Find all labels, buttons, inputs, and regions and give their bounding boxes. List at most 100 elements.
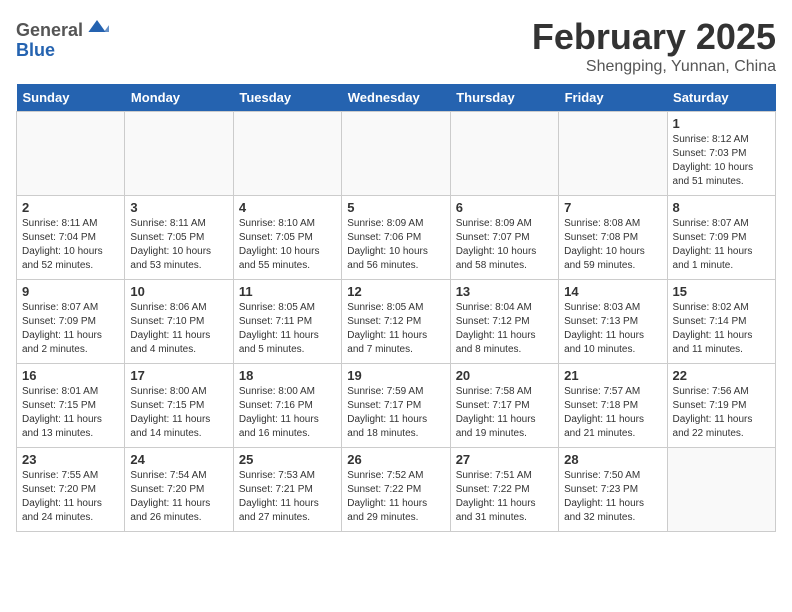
day-info: Sunrise: 8:06 AM Sunset: 7:10 PM Dayligh… [130, 301, 227, 357]
day-number: 18 [239, 368, 336, 383]
day-cell: 22 Sunrise: 7:56 AM Sunset: 7:19 PM Dayli… [667, 364, 775, 448]
title-block: February 2025 Shengping, Yunnan, China [532, 16, 776, 76]
day-number: 6 [456, 200, 553, 215]
header-sunday: Sunday [17, 84, 125, 112]
day-info: Sunrise: 7:54 AM Sunset: 7:20 PM Dayligh… [130, 469, 227, 525]
day-number: 22 [673, 368, 770, 383]
day-info: Sunrise: 8:00 AM Sunset: 7:15 PM Dayligh… [130, 385, 227, 441]
day-cell: 23Sunrise: 7:55 AM Sunset: 7:20 PM Dayli… [17, 448, 125, 532]
day-info: Sunrise: 8:11 AM Sunset: 7:04 PM Dayligh… [22, 217, 119, 273]
day-cell: 19 Sunrise: 7:59 AM Sunset: 7:17 PM Dayli… [342, 364, 450, 448]
day-info: Sunrise: 8:01 AM Sunset: 7:15 PM Dayligh… [22, 385, 119, 441]
header-monday: Monday [125, 84, 233, 112]
day-cell [667, 448, 775, 532]
day-info: Sunrise: 8:05 AM Sunset: 7:12 PM Dayligh… [347, 301, 444, 357]
day-number: 26 [347, 452, 444, 467]
day-number: 12 [347, 284, 444, 299]
day-cell: 24 Sunrise: 7:54 AM Sunset: 7:20 PM Dayli… [125, 448, 233, 532]
day-cell: 13 Sunrise: 8:04 AM Sunset: 7:12 PM Dayli… [450, 280, 558, 364]
day-cell: 26 Sunrise: 7:52 AM Sunset: 7:22 PM Dayli… [342, 448, 450, 532]
day-info: Sunrise: 8:05 AM Sunset: 7:11 PM Dayligh… [239, 301, 336, 357]
day-info: Sunrise: 7:57 AM Sunset: 7:18 PM Dayligh… [564, 385, 661, 441]
day-cell [450, 112, 558, 196]
day-cell: 2 Sunrise: 8:11 AM Sunset: 7:04 PM Daylig… [17, 196, 125, 280]
day-number: 27 [456, 452, 553, 467]
day-cell: 16 Sunrise: 8:01 AM Sunset: 7:15 PM Dayli… [17, 364, 125, 448]
day-number: 15 [673, 284, 770, 299]
day-cell [342, 112, 450, 196]
header-wednesday: Wednesday [342, 84, 450, 112]
page-header: General Blue February 2025 Shengping, Yu… [16, 16, 776, 76]
day-info: Sunrise: 8:08 AM Sunset: 7:08 PM Dayligh… [564, 217, 661, 273]
day-cell [559, 112, 667, 196]
day-number: 7 [564, 200, 661, 215]
month-title: February 2025 [532, 16, 776, 58]
day-info: Sunrise: 7:50 AM Sunset: 7:23 PM Dayligh… [564, 469, 661, 525]
day-number: 20 [456, 368, 553, 383]
day-number: 10 [130, 284, 227, 299]
day-number: 28 [564, 452, 661, 467]
day-info: Sunrise: 7:59 AM Sunset: 7:17 PM Dayligh… [347, 385, 444, 441]
day-cell: 6 Sunrise: 8:09 AM Sunset: 7:07 PM Daylig… [450, 196, 558, 280]
day-cell: 15 Sunrise: 8:02 AM Sunset: 7:14 PM Dayli… [667, 280, 775, 364]
day-number: 16 [22, 368, 119, 383]
day-info: Sunrise: 7:56 AM Sunset: 7:19 PM Dayligh… [673, 385, 770, 441]
calendar-table: SundayMondayTuesdayWednesdayThursdayFrid… [16, 84, 776, 532]
day-cell: 1 Sunrise: 8:12 AM Sunset: 7:03 PM Daylig… [667, 112, 775, 196]
day-cell: 3 Sunrise: 8:11 AM Sunset: 7:05 PM Daylig… [125, 196, 233, 280]
day-info: Sunrise: 8:11 AM Sunset: 7:05 PM Dayligh… [130, 217, 227, 273]
day-cell: 12 Sunrise: 8:05 AM Sunset: 7:12 PM Dayli… [342, 280, 450, 364]
day-cell: 20 Sunrise: 7:58 AM Sunset: 7:17 PM Dayli… [450, 364, 558, 448]
day-cell: 28 Sunrise: 7:50 AM Sunset: 7:23 PM Dayli… [559, 448, 667, 532]
day-info: Sunrise: 7:51 AM Sunset: 7:22 PM Dayligh… [456, 469, 553, 525]
day-number: 3 [130, 200, 227, 215]
header-friday: Friday [559, 84, 667, 112]
day-cell: 10 Sunrise: 8:06 AM Sunset: 7:10 PM Dayli… [125, 280, 233, 364]
logo: General Blue [16, 16, 109, 61]
day-cell: 14 Sunrise: 8:03 AM Sunset: 7:13 PM Dayli… [559, 280, 667, 364]
header-thursday: Thursday [450, 84, 558, 112]
day-cell: 7 Sunrise: 8:08 AM Sunset: 7:08 PM Daylig… [559, 196, 667, 280]
day-number: 4 [239, 200, 336, 215]
logo-icon [85, 16, 109, 36]
day-number: 25 [239, 452, 336, 467]
day-cell: 18 Sunrise: 8:00 AM Sunset: 7:16 PM Dayli… [233, 364, 341, 448]
week-row-3: 9Sunrise: 8:07 AM Sunset: 7:09 PM Daylig… [17, 280, 776, 364]
day-info: Sunrise: 7:53 AM Sunset: 7:21 PM Dayligh… [239, 469, 336, 525]
day-cell: 17 Sunrise: 8:00 AM Sunset: 7:15 PM Dayli… [125, 364, 233, 448]
day-number: 1 [673, 116, 770, 131]
day-info: Sunrise: 8:09 AM Sunset: 7:06 PM Dayligh… [347, 217, 444, 273]
day-cell: 21Sunrise: 7:57 AM Sunset: 7:18 PM Dayli… [559, 364, 667, 448]
day-info: Sunrise: 8:02 AM Sunset: 7:14 PM Dayligh… [673, 301, 770, 357]
day-info: Sunrise: 8:09 AM Sunset: 7:07 PM Dayligh… [456, 217, 553, 273]
header-tuesday: Tuesday [233, 84, 341, 112]
header-saturday: Saturday [667, 84, 775, 112]
week-row-2: 2 Sunrise: 8:11 AM Sunset: 7:04 PM Daylig… [17, 196, 776, 280]
day-info: Sunrise: 8:12 AM Sunset: 7:03 PM Dayligh… [673, 133, 770, 189]
day-info: Sunrise: 7:58 AM Sunset: 7:17 PM Dayligh… [456, 385, 553, 441]
day-cell [233, 112, 341, 196]
day-cell: 11 Sunrise: 8:05 AM Sunset: 7:11 PM Dayli… [233, 280, 341, 364]
day-number: 2 [22, 200, 119, 215]
day-number: 11 [239, 284, 336, 299]
day-cell: 27 Sunrise: 7:51 AM Sunset: 7:22 PM Dayli… [450, 448, 558, 532]
day-cell: 4 Sunrise: 8:10 AM Sunset: 7:05 PM Daylig… [233, 196, 341, 280]
day-info: Sunrise: 8:10 AM Sunset: 7:05 PM Dayligh… [239, 217, 336, 273]
day-cell: 8Sunrise: 8:07 AM Sunset: 7:09 PM Daylig… [667, 196, 775, 280]
day-number: 13 [456, 284, 553, 299]
day-number: 14 [564, 284, 661, 299]
logo-blue: Blue [16, 40, 55, 60]
week-row-5: 23Sunrise: 7:55 AM Sunset: 7:20 PM Dayli… [17, 448, 776, 532]
day-info: Sunrise: 8:04 AM Sunset: 7:12 PM Dayligh… [456, 301, 553, 357]
day-cell [17, 112, 125, 196]
day-number: 17 [130, 368, 227, 383]
day-info: Sunrise: 8:03 AM Sunset: 7:13 PM Dayligh… [564, 301, 661, 357]
day-info: Sunrise: 8:07 AM Sunset: 7:09 PM Dayligh… [22, 301, 119, 357]
day-number: 24 [130, 452, 227, 467]
day-number: 19 [347, 368, 444, 383]
day-number: 5 [347, 200, 444, 215]
day-number: 23 [22, 452, 119, 467]
day-info: Sunrise: 7:52 AM Sunset: 7:22 PM Dayligh… [347, 469, 444, 525]
day-info: Sunrise: 8:00 AM Sunset: 7:16 PM Dayligh… [239, 385, 336, 441]
week-row-4: 16 Sunrise: 8:01 AM Sunset: 7:15 PM Dayli… [17, 364, 776, 448]
